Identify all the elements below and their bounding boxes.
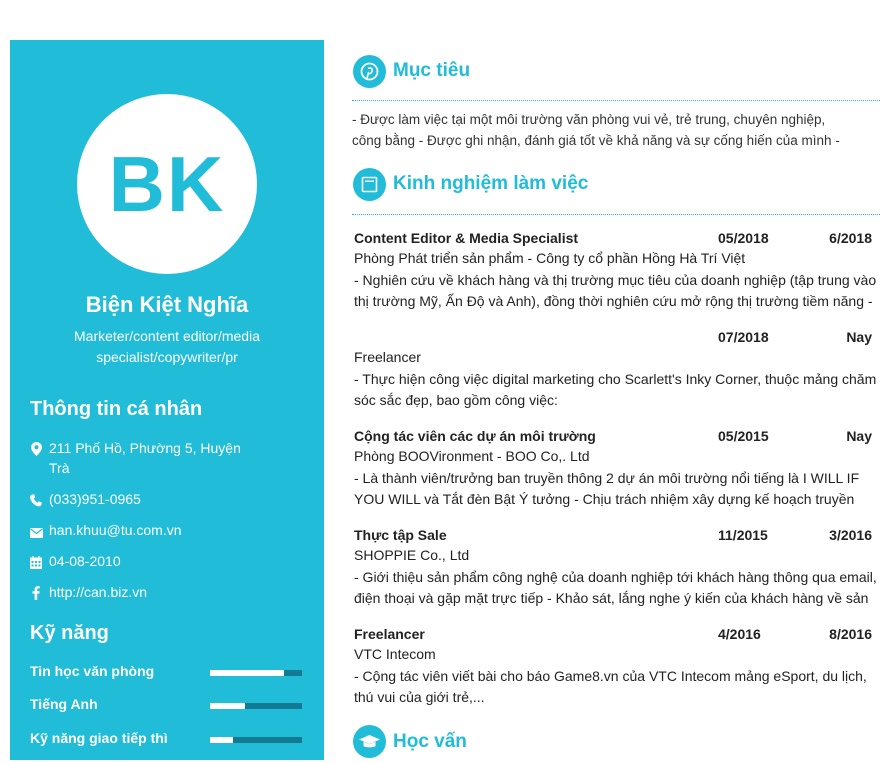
job-entry: Content Editor & Media Specialist 05/201… [354, 230, 880, 330]
skill-label: Tin học văn phòng [30, 663, 155, 679]
job-end-date: 6/2018 [829, 230, 872, 246]
sidebar: BK Biện Kiệt Nghĩa Marketer/content edit… [10, 40, 324, 760]
job-entry: 07/2018 Nay Freelancer - Thực hiện công … [354, 329, 880, 429]
skill-row: Kỹ năng giao tiếp thì [30, 730, 310, 750]
birthday-row: 04-08-2010 [30, 551, 310, 571]
skills-heading: Kỹ năng [30, 622, 109, 644]
job-title: Thực tập Sale [354, 527, 447, 543]
job-start-date: 11/2015 [718, 527, 768, 543]
skill-bar [210, 737, 302, 743]
job-company: Phòng Phát triển sản phẩm - Công ty cổ p… [354, 250, 746, 266]
skill-label: Tiếng Anh [30, 696, 98, 712]
section-divider [352, 214, 880, 215]
website-row[interactable]: http://can.biz.vn [30, 582, 310, 602]
job-end-date: Nay [846, 329, 872, 345]
phone-text: (033)951-0965 [49, 491, 141, 507]
graduation-cap-icon [353, 725, 386, 758]
skill-bar-fill [210, 703, 245, 709]
address-row: 211 Phố Hồ, Phường 5, Huyện Trà [30, 438, 310, 478]
briefcase-icon [353, 168, 386, 201]
avatar-initials: BK [108, 140, 226, 228]
main-content: Mục tiêu - Được làm việc tại một môi trư… [352, 0, 880, 758]
birthday-text: 04-08-2010 [49, 553, 121, 569]
job-end-date: 8/2016 [829, 626, 872, 642]
section-divider [352, 100, 880, 101]
job-company: Freelancer [354, 349, 421, 365]
objective-line: công bằng - Được ghi nhận, đánh giá tốt … [352, 133, 840, 148]
job-end-date: 3/2016 [829, 527, 872, 543]
job-description: - Giới thiệu sản phẩm công nghệ của doan… [354, 569, 877, 606]
job-entry: Freelancer 4/2016 8/2016 VTC Intecom - C… [354, 626, 880, 726]
objective-title: Mục tiêu [393, 60, 471, 81]
map-pin-icon [30, 441, 42, 456]
job-company: SHOPPIE Co., Ltd [354, 547, 470, 563]
job-title: Cộng tác viên các dự án môi trường [354, 428, 596, 444]
avatar: BK [77, 94, 257, 274]
envelope-icon [30, 523, 43, 538]
job-description: - Thực hiện công việc digital marketing … [354, 371, 877, 408]
calendar-icon [30, 554, 42, 569]
skill-label: Kỹ năng giao tiếp thì [30, 730, 168, 746]
job-entry: Thực tập Sale 11/2015 3/2016 SHOPPIE Co.… [354, 527, 880, 627]
job-start-date: 4/2016 [718, 626, 761, 642]
skill-row: Tiếng Anh [30, 696, 310, 716]
address-text: 211 Phố Hồ, Phường 5, Huyện Trà [49, 440, 241, 476]
skill-row: Tin học văn phòng [30, 663, 310, 683]
job-entry: Cộng tác viên các dự án môi trường 05/20… [354, 428, 880, 528]
skill-bar [210, 670, 302, 676]
job-title: Content Editor & Media Specialist [354, 230, 579, 246]
email-row[interactable]: han.khuu@tu.com.vn [30, 520, 310, 540]
job-company: Phòng BOOVironment - BOO Co,. Ltd [354, 448, 590, 464]
job-title: Freelancer [354, 626, 425, 642]
job-company: VTC Intecom [354, 646, 436, 662]
personal-info-heading: Thông tin cá nhân [30, 398, 203, 420]
profile-name: Biện Kiệt Nghĩa [85, 292, 249, 317]
job-start-date: 07/2018 [718, 329, 769, 345]
email-link[interactable]: han.khuu@tu.com.vn [49, 520, 249, 540]
phone-row: (033)951-0965 [30, 489, 310, 509]
profile-role: Marketer/content editor/media specialist… [74, 328, 260, 365]
experience-title: Kinh nghiệm làm việc [393, 173, 589, 194]
skill-bar-fill [210, 670, 284, 676]
objective-line: - Được làm việc tại một môi trường văn p… [352, 112, 826, 127]
facebook-icon [30, 585, 42, 600]
job-description: - Cộng tác viên viết bài cho báo Game8.v… [354, 668, 867, 705]
job-start-date: 05/2018 [718, 230, 769, 246]
job-description: - Nghiên cứu về khách hàng và thị trường… [354, 272, 877, 309]
website-link[interactable]: http://can.biz.vn [49, 582, 249, 602]
job-description: - Là thành viên/trưởng ban truyền thông … [354, 470, 860, 507]
pinterest-icon [353, 55, 386, 88]
objective-text: - Được làm việc tại một môi trường văn p… [352, 109, 880, 151]
phone-icon [30, 492, 42, 507]
job-start-date: 05/2015 [718, 428, 769, 444]
job-end-date: Nay [846, 428, 872, 444]
skill-bar-fill [210, 737, 233, 743]
skill-bar [210, 703, 302, 709]
